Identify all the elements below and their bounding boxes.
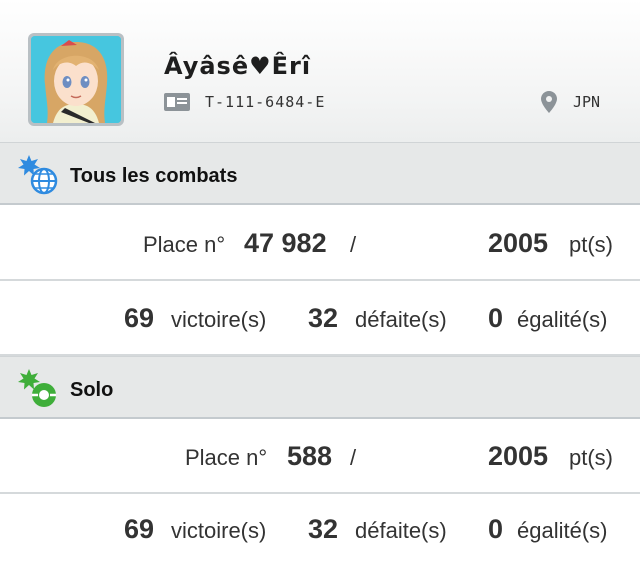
ranking-row-all-battles: Place n° 47 982 / 2005 pt(s) xyxy=(0,206,640,281)
profile-card: Âyâsê♥Êrî T-111-6484-E JPN xyxy=(0,0,640,142)
country-code: JPN xyxy=(573,93,601,111)
points-value: 2005 xyxy=(488,441,549,471)
player-name: Âyâsê♥Êrî xyxy=(164,52,312,80)
losses-label: défaite(s) xyxy=(355,518,447,543)
losses-value: 32 xyxy=(308,514,339,544)
losses-label: défaite(s) xyxy=(355,307,447,332)
draws-value: 0 xyxy=(488,514,504,544)
wins-value: 69 xyxy=(124,514,155,544)
separator: / xyxy=(350,232,357,257)
points-unit: pt(s) xyxy=(569,232,613,257)
losses-value: 32 xyxy=(308,303,339,333)
globe-icon xyxy=(16,153,60,202)
rank-value: 588 xyxy=(287,441,333,471)
draws-label: égalité(s) xyxy=(517,307,608,332)
points-unit: pt(s) xyxy=(569,445,613,470)
rank-value: 47 982 xyxy=(244,228,327,258)
points-value: 2005 xyxy=(488,228,549,258)
ranking-row-solo: Place n° 588 / 2005 pt(s) xyxy=(0,419,640,494)
section-header-solo: Solo xyxy=(0,356,640,419)
wins-label: victoire(s) xyxy=(171,307,267,332)
place-label: Place n° xyxy=(185,445,268,470)
single-battle-icon xyxy=(16,367,60,416)
wins-value: 69 xyxy=(124,303,155,333)
section-title: Solo xyxy=(70,379,114,401)
avatar[interactable] xyxy=(28,33,124,126)
wins-label: victoire(s) xyxy=(171,518,267,543)
trainer-id: T-111-6484-E xyxy=(205,93,326,111)
section-title: Tous les combats xyxy=(70,165,238,187)
id-card-icon xyxy=(164,93,190,116)
place-label: Place n° xyxy=(143,232,226,257)
separator: / xyxy=(350,445,357,470)
record-row-solo: 69 victoire(s) 32 défaite(s) 0 égalité(s… xyxy=(0,494,640,562)
record-row-all-battles: 69 victoire(s) 32 défaite(s) 0 égalité(s… xyxy=(0,281,640,356)
draws-label: égalité(s) xyxy=(517,518,608,543)
section-header-all-battles: Tous les combats xyxy=(0,142,640,205)
avatar-image xyxy=(31,36,121,123)
draws-value: 0 xyxy=(488,303,504,333)
location-pin-icon xyxy=(541,91,557,118)
